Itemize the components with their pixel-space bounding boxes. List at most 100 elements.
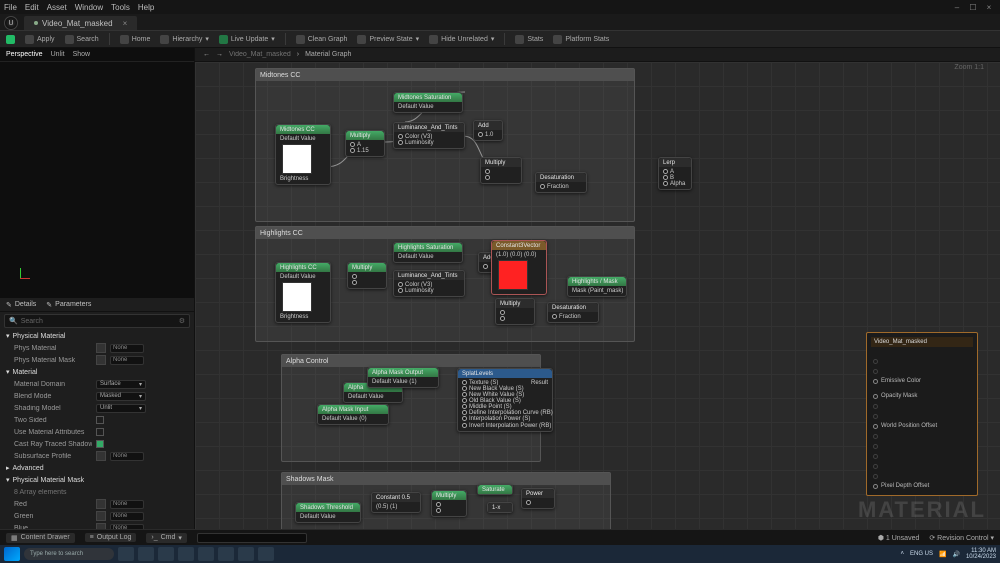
settings-gear-icon[interactable]: ⚙ [179, 317, 185, 325]
taskbar-search[interactable]: Type here to search [24, 548, 114, 560]
cat-physical-material[interactable]: ▾ Physical Material [0, 330, 194, 342]
two-sided-checkbox[interactable] [96, 416, 104, 424]
advanced-toggle[interactable]: ▸ Advanced [0, 462, 194, 474]
node-shadows-threshold[interactable]: Shadows Threshold Default Value [295, 502, 361, 523]
revision-control-button[interactable]: ⟳ Revision Control ▾ [929, 534, 994, 542]
preview-state-button[interactable]: Preview State▾ [357, 35, 419, 44]
asset-thumb-icon[interactable] [96, 355, 106, 365]
node-midtones-saturation[interactable]: Midtones Saturation Default Value [393, 92, 463, 113]
material-domain-dropdown[interactable]: Surface▾ [96, 380, 146, 389]
tab-parameters[interactable]: ✎ Parameters [46, 301, 91, 309]
node-add[interactable]: Add 1.0 [473, 120, 503, 141]
asset-value[interactable]: None [110, 500, 144, 509]
node-highlights-saturation[interactable]: Highlights Saturation Default Value [393, 242, 463, 263]
node-multiply[interactable]: Multiply [480, 157, 522, 184]
material-graph[interactable]: Zoom 1:1 MATERIAL [195, 62, 1000, 529]
cmd-input[interactable] [197, 533, 307, 543]
output-emissive[interactable]: Emissive Color [871, 376, 973, 386]
taskbar-app[interactable] [158, 547, 174, 561]
cast-rt-shadows-checkbox[interactable] [96, 440, 104, 448]
document-tab[interactable]: Video_Mat_masked × [24, 16, 137, 30]
swatch-white-icon[interactable] [282, 144, 312, 174]
use-mat-attr-checkbox[interactable] [96, 428, 104, 436]
taskbar-app[interactable] [138, 547, 154, 561]
group-title[interactable]: Highlights CC [256, 227, 634, 239]
node-highlights-cc[interactable]: Highlights CC Default ValueBrightness [275, 262, 331, 323]
tray-volume-icon[interactable]: 🔊 [952, 551, 959, 558]
taskbar-app[interactable] [198, 547, 214, 561]
node-luminance-tints[interactable]: Luminance_And_Tints Color (V3)Luminosity [393, 270, 465, 297]
minimise-icon[interactable]: – [952, 2, 962, 12]
tab-details[interactable]: ✎ Details [6, 301, 36, 309]
platform-stats-button[interactable]: Platform Stats [553, 35, 609, 44]
group-title[interactable]: Shadows Mask [282, 473, 610, 485]
group-title[interactable]: Alpha Control [282, 355, 540, 367]
shading-model-dropdown[interactable]: Unlit▾ [96, 404, 146, 413]
clean-graph-button[interactable]: Clean Graph [296, 35, 348, 44]
taskbar-app[interactable] [238, 547, 254, 561]
cat-phys-material-mask[interactable]: ▾ Physical Material Mask [0, 474, 194, 486]
viewport-tab-unlit[interactable]: Unlit [51, 51, 65, 58]
asset-value[interactable]: None [110, 344, 144, 353]
viewport-tab-show[interactable]: Show [73, 51, 91, 58]
taskbar-app[interactable] [258, 547, 274, 561]
details-search[interactable]: 🔍Search⚙ [4, 314, 190, 328]
asset-value[interactable]: None [110, 452, 144, 461]
node-const05[interactable]: Constant 0.5 (0.5) (1) [371, 492, 421, 513]
node-midtones-cc[interactable]: Midtones CC Default ValueBrightness [275, 124, 331, 185]
nav-back-icon[interactable]: ← [203, 51, 210, 58]
node-multiply[interactable]: Multiply [431, 490, 467, 517]
blend-mode-dropdown[interactable]: Masked▾ [96, 392, 146, 401]
output-log-button[interactable]: ≡Output Log [85, 533, 137, 542]
node-desaturation[interactable]: Desaturation Fraction [547, 302, 599, 323]
apply-button[interactable]: Apply [25, 35, 55, 44]
hierarchy-button[interactable]: Hierarchy▾ [160, 35, 208, 44]
asset-value[interactable]: None [110, 512, 144, 521]
node-multiply[interactable]: Multiply A1.15 [345, 130, 385, 157]
node-saturate[interactable]: Saturate [477, 484, 513, 495]
search-button[interactable]: Search [65, 35, 99, 44]
tray-wifi-icon[interactable]: 📶 [939, 551, 946, 558]
menu-window[interactable]: Window [75, 3, 103, 12]
node-multiply[interactable]: Multiply [495, 298, 535, 325]
viewport[interactable]: Perspective Unlit Show [0, 48, 194, 298]
menu-file[interactable]: File [4, 3, 17, 12]
asset-value[interactable]: None [110, 356, 144, 365]
node-const3vector[interactable]: Constant3Vector (1.0) (0.0) (0.0) [491, 240, 547, 295]
node-splatlevels[interactable]: SplatLevels Texture (S)Result New Black … [457, 368, 553, 432]
cmd-button[interactable]: ›_Cmd▾ [146, 533, 187, 543]
output-wpo[interactable]: World Position Offset [871, 421, 973, 431]
tab-close-icon[interactable]: × [123, 19, 128, 28]
crumb-root[interactable]: Video_Mat_masked [229, 51, 291, 58]
nav-fwd-icon[interactable]: → [216, 51, 223, 58]
swatch-red-icon[interactable] [498, 260, 528, 290]
unsaved-button[interactable]: ⬢ 1 Unsaved [878, 534, 920, 542]
node-power[interactable]: Power [521, 488, 555, 509]
swatch-white-icon[interactable] [282, 282, 312, 312]
group-title[interactable]: Midtones CC [256, 69, 634, 81]
menu-tools[interactable]: Tools [111, 3, 130, 12]
content-drawer-button[interactable]: ▦Content Drawer [6, 533, 75, 543]
menu-edit[interactable]: Edit [25, 3, 39, 12]
node-lerp[interactable]: Lerp ABAlpha [658, 157, 692, 190]
node-highlights-mask[interactable]: Highlights / Mask Mask (Paint_mask) [567, 276, 627, 297]
hide-unrelated-toggle[interactable]: Hide Unrelated▾ [429, 35, 494, 44]
home-button[interactable]: Home [120, 35, 151, 44]
taskbar-app[interactable] [218, 547, 234, 561]
tray-chevron-icon[interactable]: ˄ [900, 551, 904, 557]
menu-help[interactable]: Help [138, 3, 154, 12]
node-multiply[interactable]: Multiply [347, 262, 387, 289]
taskbar-app[interactable] [118, 547, 134, 561]
node-desaturation[interactable]: Desaturation Fraction [535, 172, 587, 193]
close-icon[interactable]: × [984, 2, 994, 12]
viewport-tab-perspective[interactable]: Perspective [6, 51, 43, 58]
start-button[interactable] [4, 547, 20, 561]
output-pixel-depth[interactable]: Pixel Depth Offset [871, 481, 973, 491]
live-update-toggle[interactable]: Live Update▾ [219, 35, 275, 44]
tray-lang[interactable]: ENG US [910, 551, 933, 557]
taskbar-app[interactable] [178, 547, 194, 561]
cat-material[interactable]: ▾ Material [0, 366, 194, 378]
node-alpha-mask-output[interactable]: Alpha Mask Output Default Value (1) [367, 367, 439, 388]
save-button[interactable] [6, 35, 15, 44]
node-luminance-tints[interactable]: Luminance_And_Tints Color (V3)Luminosity [393, 122, 465, 149]
